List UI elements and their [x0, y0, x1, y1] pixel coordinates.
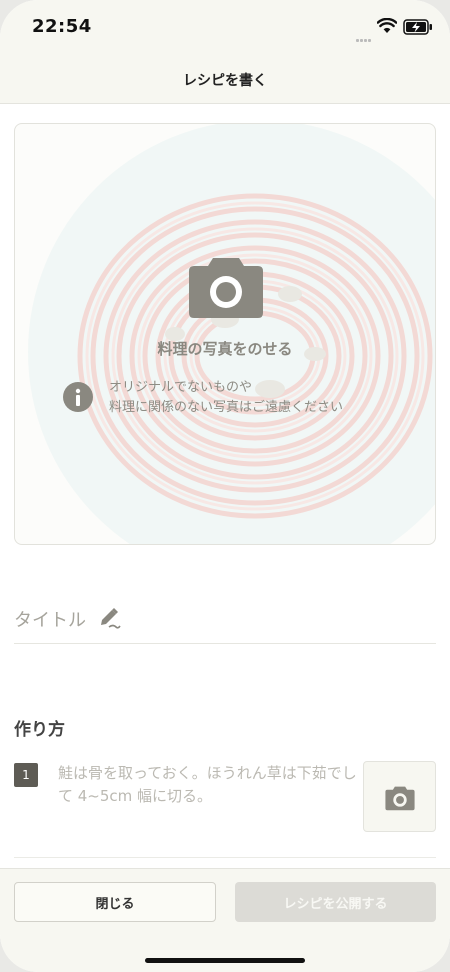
status-bar: 22:54 [0, 0, 450, 56]
dish-placeholder-illustration [28, 124, 435, 544]
steps-heading: 作り方 [14, 720, 65, 740]
publish-button[interactable]: レシピを公開する [235, 882, 436, 922]
pencil-icon [101, 608, 121, 629]
battery-charging-icon [403, 19, 432, 35]
status-time: 22:54 [32, 16, 92, 37]
signal-dots-icon [356, 27, 376, 42]
camera-icon [189, 258, 263, 318]
step-text-field[interactable]: 鮭は骨を取っておく。ほうれん草は下茹でして 4~5cm 幅に切る。 [58, 762, 358, 808]
close-button[interactable]: 閉じる [14, 882, 216, 922]
title-placeholder: タイトル [14, 610, 86, 631]
phone-screen: 22:54 レシピを書く 料理の写真をのせる オリジナルでないものや 料理に関係… [0, 0, 450, 972]
photo-upload-label: 料理の写真をのせる [157, 340, 293, 358]
page-title: レシピを書く [183, 73, 267, 89]
wifi-icon [377, 18, 397, 33]
bottom-action-bar: 閉じる レシピを公開する [0, 868, 450, 972]
photo-upload-area[interactable]: 料理の写真をのせる オリジナルでないものや 料理に関係のない写真はご遠慮ください [14, 123, 436, 545]
navigation-bar: レシピを書く [0, 56, 450, 104]
step-number-badge: 1 [14, 763, 38, 787]
home-indicator [145, 958, 305, 963]
step-item: 1 鮭は骨を取っておく。ほうれん草は下茹でして 4~5cm 幅に切る。 [14, 758, 436, 858]
recipe-title-field[interactable]: タイトル [14, 600, 436, 644]
info-icon [63, 382, 93, 412]
step-photo-button[interactable] [363, 761, 436, 832]
photo-notice-text: オリジナルでないものや 料理に関係のない写真はご遠慮ください [109, 380, 344, 415]
camera-icon [385, 786, 415, 811]
